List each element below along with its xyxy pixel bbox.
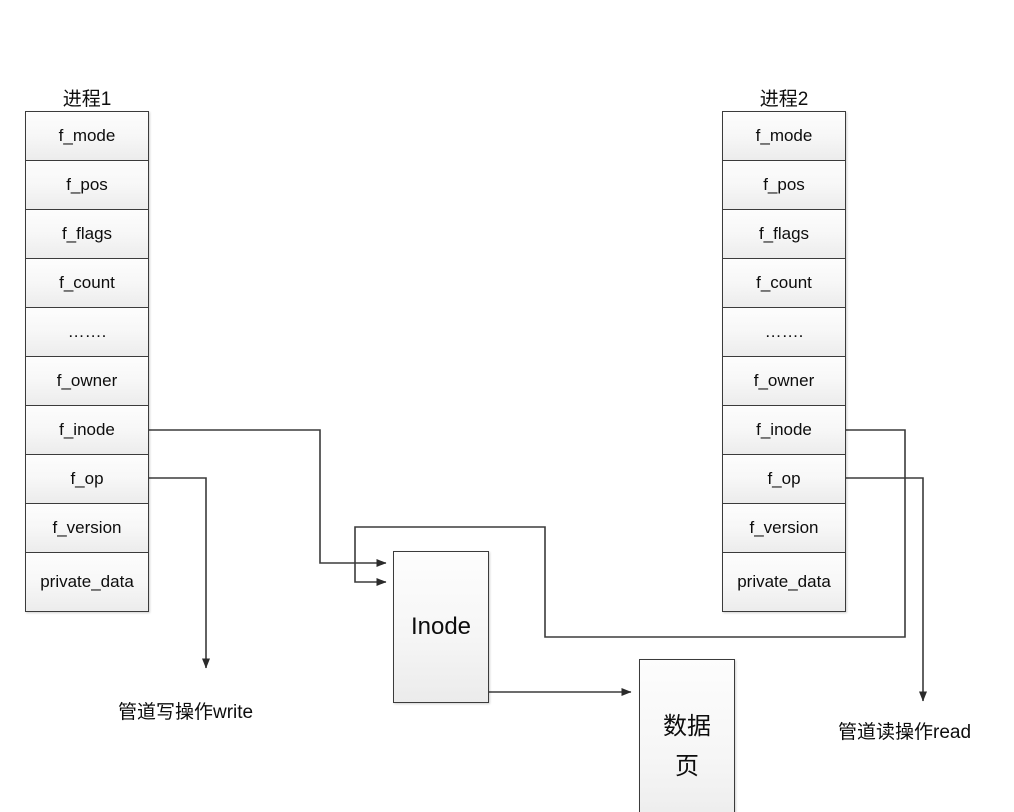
process1-title-line1: 进程1 <box>62 89 112 110</box>
process1-field: f_owner <box>26 357 148 406</box>
process1-field: ……. <box>26 308 148 357</box>
wire-p1-finode-to-inode <box>149 429 387 567</box>
process2-field: f_inode <box>723 406 845 455</box>
connector-lines <box>149 429 927 702</box>
process1-field: f_version <box>26 504 148 553</box>
process2-title-line1: 进程2 <box>759 89 809 110</box>
wire-p1-fop-to-write <box>149 477 210 669</box>
write-operation-label: 管道写操作write <box>118 702 254 723</box>
process1-field: f_op <box>26 455 148 504</box>
data-page-label: 数据页 <box>663 712 711 780</box>
process1-field: f_count <box>26 259 148 308</box>
data-page-box: 数据页 <box>639 659 735 812</box>
process2-field: private_data <box>723 553 845 611</box>
process2-field: f_count <box>723 259 845 308</box>
process2-field: f_op <box>723 455 845 504</box>
inode-label: Inode <box>410 613 472 640</box>
process1-field: f_mode <box>26 112 148 161</box>
process1-field: f_pos <box>26 161 148 210</box>
process1-field: f_inode <box>26 406 148 455</box>
process2-field: f_pos <box>723 161 845 210</box>
process2-field: f_version <box>723 504 845 553</box>
process1-file-struct: f_mode f_pos f_flags f_count……. f_owner f_ino… <box>25 111 149 612</box>
read-operation-label: 管道读操作read <box>838 722 972 743</box>
process2-field: f_flags <box>723 210 845 259</box>
process2-field: f_owner <box>723 357 845 406</box>
diagram-canvas: 进程1 file结构 f_modef_posf_flagsf_count…….f… <box>0 0 1014 812</box>
process2-file-struct: f_mode f_pos f_flags f_count……. f_owner f_ino… <box>722 111 846 612</box>
process1-field: f_flags <box>26 210 148 259</box>
wire-p2-fop-to-read <box>846 477 927 702</box>
process1-field: private_data <box>26 553 148 611</box>
process2-field: f_mode <box>723 112 845 161</box>
inode-box: Inode <box>393 551 489 703</box>
process2-field: ……. <box>723 308 845 357</box>
